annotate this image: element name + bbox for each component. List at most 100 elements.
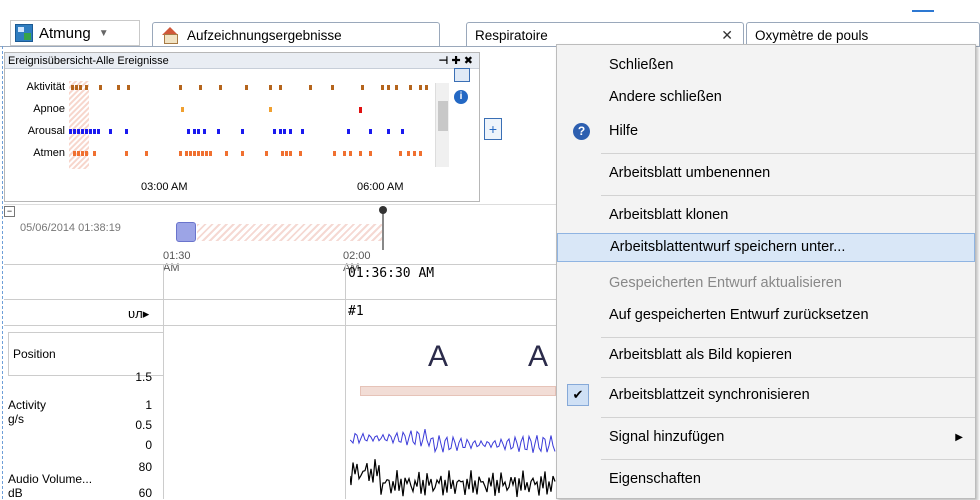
- menu-item-sync-time[interactable]: ✔ Arbeitsblattzeit synchronisieren: [557, 381, 975, 410]
- activity-trace: [350, 429, 556, 454]
- menu-item-update-draft[interactable]: Gespeicherten Entwurf aktualisieren: [557, 269, 975, 298]
- menu-item-label: Signal hinzufügen: [609, 429, 725, 445]
- event-letter: A: [428, 340, 448, 374]
- event-mark: [349, 151, 352, 156]
- menu-item-label: Arbeitsblatt umbenennen: [609, 165, 771, 181]
- menu-item-copy-as-image[interactable]: Arbeitsblatt als Bild kopieren: [557, 341, 975, 370]
- scale-label: 0: [145, 438, 152, 452]
- event-mark: [73, 151, 76, 156]
- event-mark: [409, 85, 412, 90]
- event-mark: [97, 129, 100, 134]
- event-overview-panel: Ereignisübersicht-Alle Ereignisse ⊣ ✚ ✖ …: [4, 52, 480, 202]
- home-icon: [161, 27, 179, 44]
- event-mark: [399, 151, 402, 156]
- event-mark: [209, 151, 212, 156]
- event-mark: [419, 151, 422, 156]
- event-mark: [81, 151, 84, 156]
- event-scrollbar[interactable]: [435, 83, 449, 167]
- menu-item-label: Gespeicherten Entwurf aktualisieren: [609, 275, 842, 291]
- event-mark: [145, 151, 148, 156]
- chevron-down-icon: ▼: [98, 27, 109, 39]
- event-mark: [89, 129, 92, 134]
- event-mark: [217, 129, 220, 134]
- current-time: 01:36:30 AM: [348, 266, 435, 281]
- menu-item-label: Arbeitsblattzeit synchronisieren: [609, 387, 810, 403]
- scale-label: 1.5: [135, 370, 152, 384]
- menu-separator: [601, 377, 975, 378]
- scroll-thumb[interactable]: [438, 101, 448, 131]
- menu-item-rename[interactable]: Arbeitsblatt umbenennen: [557, 159, 975, 188]
- epoch-number: #1: [348, 304, 364, 319]
- event-mark: [359, 107, 362, 113]
- event-mark: [125, 129, 128, 134]
- panel-buttons[interactable]: ⊣ ✚ ✖: [438, 53, 473, 69]
- event-mark: [299, 151, 302, 156]
- timeline-slider-handle[interactable]: [176, 222, 196, 242]
- close-icon[interactable]: ✕: [721, 27, 733, 44]
- menu-item-reset-draft[interactable]: Auf gespeicherten Entwurf zurücksetzen: [557, 301, 975, 330]
- workspace-dropdown[interactable]: Atmung ▼: [10, 20, 140, 46]
- menu-item-label: Arbeitsblattentwurf speichern unter...: [610, 239, 846, 255]
- signal-icon[interactable]: ᴜᴫ▸: [128, 306, 149, 322]
- event-mark: [109, 129, 112, 134]
- event-mark: [197, 129, 200, 134]
- workspace-icon: [15, 24, 33, 42]
- event-mark: [93, 129, 96, 134]
- info-icon[interactable]: i: [454, 90, 468, 104]
- menu-separator: [601, 337, 975, 338]
- timeline-date: 05/06/2014 01:38:19: [20, 222, 121, 234]
- menu-item-close[interactable]: Schließen: [557, 51, 975, 80]
- event-mark: [301, 129, 304, 134]
- window-control[interactable]: [912, 2, 934, 12]
- event-mark: [395, 85, 398, 90]
- menu-item-save-draft-as[interactable]: Arbeitsblattentwurf speichern unter...: [557, 233, 975, 262]
- event-mark: [413, 151, 416, 156]
- tab-recording-results[interactable]: Aufzeichnungsergebnisse: [152, 22, 440, 47]
- event-plot[interactable]: [69, 81, 433, 169]
- grid-divider: [345, 264, 346, 499]
- event-mark: [289, 129, 292, 134]
- event-mark: [85, 85, 88, 90]
- filter-icon[interactable]: [454, 68, 470, 82]
- event-mark: [187, 129, 190, 134]
- timeline-marker[interactable]: [379, 206, 387, 250]
- event-mark: [359, 151, 362, 156]
- event-mark: [401, 129, 404, 134]
- menu-item-add-signal[interactable]: Signal hinzufügen ▶: [557, 423, 975, 452]
- menu-separator: [601, 153, 975, 154]
- menu-item-properties[interactable]: Eigenschaften: [557, 465, 975, 494]
- event-mark: [75, 85, 78, 90]
- time-label: 03:00 AM: [141, 181, 188, 193]
- workspace-label: Atmung: [39, 24, 91, 42]
- collapse-icon[interactable]: −: [4, 206, 15, 217]
- event-mark: [199, 85, 202, 90]
- menu-item-close-others[interactable]: Andere schließen: [557, 83, 975, 112]
- context-menu: Schließen Andere schließen ? Hilfe Arbeit…: [556, 44, 976, 499]
- audio-trace: [350, 459, 556, 498]
- event-mark: [193, 151, 196, 156]
- event-mark: [127, 85, 130, 90]
- event-mark: [273, 129, 276, 134]
- tab-label: Aufzeichnungsergebnisse: [187, 27, 342, 43]
- event-letter: A: [528, 340, 548, 374]
- event-mark: [361, 85, 364, 90]
- menu-separator: [601, 195, 975, 196]
- menu-item-label: Andere schließen: [609, 89, 722, 105]
- menu-item-clone[interactable]: Arbeitsblatt klonen: [557, 201, 975, 230]
- scale-label: 1: [145, 398, 152, 412]
- time-label: 06:00 AM: [357, 181, 404, 193]
- event-mark: [387, 85, 390, 90]
- menu-item-help[interactable]: ? Hilfe: [557, 117, 975, 146]
- event-mark: [181, 107, 184, 112]
- event-mark: [289, 151, 292, 156]
- event-mark: [93, 151, 96, 156]
- event-mark: [189, 151, 192, 156]
- grid-header: [4, 264, 560, 300]
- event-mark: [347, 129, 350, 134]
- event-mark: [279, 85, 282, 90]
- scale-label: 60: [138, 486, 152, 500]
- row-label-apnoe: Apnoe: [33, 103, 65, 115]
- add-panel-button[interactable]: +: [484, 118, 502, 140]
- row-label-activity: Aktivität: [26, 81, 65, 93]
- side-toolbar: i: [454, 68, 476, 104]
